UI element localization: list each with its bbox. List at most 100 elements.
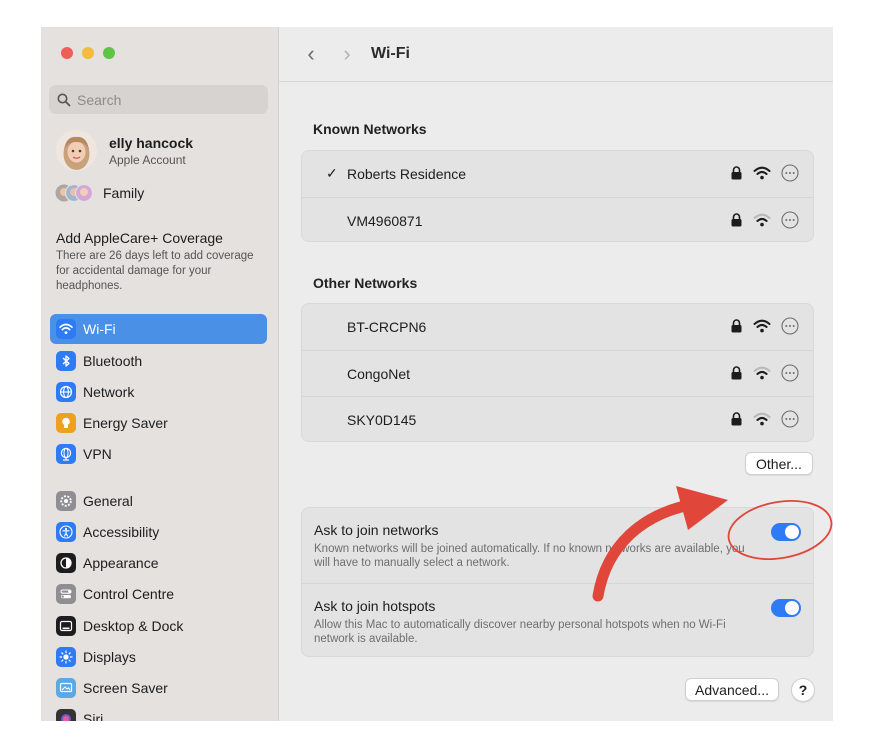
sidebar-item-screen-saver[interactable]: Screen Saver: [50, 673, 267, 703]
other-networks-list: BT-CRCPN6 CongoNet SKY0D145: [301, 303, 814, 442]
search-icon: [57, 93, 71, 106]
lock-icon: [731, 166, 742, 180]
network-name: VM4960871: [347, 212, 423, 229]
sidebar-item-label: Siri: [83, 711, 104, 721]
known-networks-heading: Known Networks: [313, 121, 427, 137]
apple-account[interactable]: elly hancock Apple Account: [56, 130, 193, 171]
accessibility-icon: [56, 522, 76, 542]
sidebar-item-wifi[interactable]: Wi-Fi: [50, 314, 267, 344]
more-options-icon[interactable]: [781, 164, 799, 182]
forward-button[interactable]: ›: [329, 41, 365, 67]
ask-to-join-networks-label: Ask to join networks: [314, 522, 439, 538]
family-avatars-icon: [55, 183, 93, 203]
sidebar-item-desktop-dock[interactable]: Desktop & Dock: [50, 611, 267, 641]
advanced-button[interactable]: Advanced...: [685, 678, 779, 701]
network-row-sky0d145[interactable]: SKY0D145: [302, 396, 813, 442]
search-input[interactable]: [77, 91, 247, 108]
more-options-icon[interactable]: [781, 317, 799, 335]
family-item[interactable]: Family: [55, 183, 144, 203]
sidebar-item-displays[interactable]: Displays: [50, 642, 267, 672]
sidebar-item-label: Desktop & Dock: [83, 618, 184, 634]
help-button[interactable]: ?: [791, 678, 815, 702]
page-title: Wi-Fi: [371, 45, 410, 62]
network-name: CongoNet: [347, 365, 411, 382]
other-network-button[interactable]: Other...: [745, 452, 813, 475]
back-button[interactable]: ‹: [293, 41, 329, 67]
join-settings-group: Ask to join networks Known networks will…: [301, 507, 814, 657]
sidebar-item-accessibility[interactable]: Accessibility: [50, 517, 267, 547]
network-name: SKY0D145: [347, 411, 417, 428]
ask-to-join-hotspots-label: Ask to join hotspots: [314, 598, 436, 614]
minimize-window-button[interactable]: [82, 47, 94, 59]
network-row-vm4960871[interactable]: VM4960871: [302, 197, 813, 243]
gear-icon: [56, 491, 76, 511]
network-row-bt-crcpn6[interactable]: BT-CRCPN6: [302, 304, 813, 350]
more-options-icon[interactable]: [781, 211, 799, 229]
sidebar-item-label: Network: [83, 384, 135, 400]
sidebar: elly hancock Apple Account Family Add Ap…: [41, 27, 279, 721]
sun-icon: [56, 647, 76, 667]
lock-icon: [731, 213, 742, 227]
sidebar-item-label: General: [83, 493, 133, 509]
network-row-congonet[interactable]: CongoNet: [302, 350, 813, 396]
network-name: Roberts Residence: [347, 166, 467, 182]
known-networks-list: ✓ Roberts Residence VM4960871: [301, 150, 814, 242]
sidebar-item-label: Control Centre: [83, 586, 175, 602]
toolbar: ‹ › Wi-Fi: [279, 27, 833, 82]
sidebar-item-energy-saver[interactable]: Energy Saver: [50, 408, 267, 438]
sidebar-item-vpn[interactable]: VPN: [50, 439, 267, 469]
sidebar-item-label: Wi-Fi: [83, 321, 116, 337]
wifi-icon: [56, 319, 76, 339]
sidebar-item-bluetooth[interactable]: Bluetooth: [50, 346, 267, 376]
sidebar-item-label: Displays: [83, 649, 136, 665]
wifi-signal-strong-icon: [753, 319, 771, 333]
applecare-promo[interactable]: Add AppleCare+ Coverage There are 26 day…: [56, 230, 266, 294]
family-label: Family: [103, 185, 145, 201]
applecare-description: There are 26 days left to add coverage f…: [56, 250, 254, 292]
sidebar-item-control-centre[interactable]: Control Centre: [50, 579, 267, 609]
ask-to-join-hotspots-row: Ask to join hotspots Allow this Mac to a…: [302, 583, 813, 658]
lock-icon: [731, 319, 742, 333]
search-field[interactable]: [49, 85, 268, 114]
ask-to-join-hotspots-toggle[interactable]: [771, 599, 801, 617]
sidebar-item-label: Screen Saver: [83, 680, 168, 696]
account-subtitle: Apple Account: [109, 152, 186, 167]
close-window-button[interactable]: [61, 47, 73, 59]
sidebar-item-label: Accessibility: [83, 524, 160, 540]
dock-icon: [56, 616, 76, 636]
ask-to-join-networks-toggle[interactable]: [771, 523, 801, 541]
applecare-title: Add AppleCare+ Coverage: [56, 230, 223, 246]
more-options-icon[interactable]: [781, 364, 799, 382]
sidebar-item-appearance[interactable]: Appearance: [50, 548, 267, 578]
lock-icon: [731, 366, 742, 380]
network-name: BT-CRCPN6: [347, 319, 427, 335]
vpn-globe-icon: [56, 444, 76, 464]
connected-checkmark: ✓: [326, 165, 338, 181]
account-name: elly hancock: [109, 134, 194, 151]
screen-saver-icon: [56, 678, 76, 698]
lightbulb-icon: [56, 413, 76, 433]
siri-icon: [56, 709, 76, 721]
wifi-signal-medium-icon: [753, 412, 771, 426]
sidebar-item-label: Bluetooth: [83, 353, 143, 369]
network-row-roberts-residence[interactable]: ✓ Roberts Residence: [302, 151, 813, 197]
sidebar-item-siri[interactable]: Siri: [50, 704, 267, 721]
lock-icon: [731, 412, 742, 426]
sidebar-item-label: Energy Saver: [83, 415, 168, 431]
control-centre-icon: [56, 584, 76, 604]
sidebar-item-label: Appearance: [83, 555, 159, 571]
appearance-icon: [56, 553, 76, 573]
more-options-icon[interactable]: [781, 410, 799, 428]
sidebar-item-label: VPN: [83, 446, 112, 462]
other-networks-heading: Other Networks: [313, 275, 418, 291]
zoom-window-button[interactable]: [103, 47, 115, 59]
sidebar-item-general[interactable]: General: [50, 486, 267, 516]
sidebar-item-network[interactable]: Network: [50, 377, 267, 407]
bluetooth-icon: [56, 351, 76, 371]
wifi-signal-strong-icon: [753, 166, 771, 180]
ask-to-join-networks-description: Known networks will be joined automatica…: [314, 543, 745, 569]
wifi-signal-medium-icon: [753, 366, 771, 380]
main-content: ‹ › Wi-Fi Known Networks ✓ Roberts Resid…: [279, 27, 833, 721]
wifi-signal-medium-icon: [753, 213, 771, 227]
globe-icon: [56, 382, 76, 402]
